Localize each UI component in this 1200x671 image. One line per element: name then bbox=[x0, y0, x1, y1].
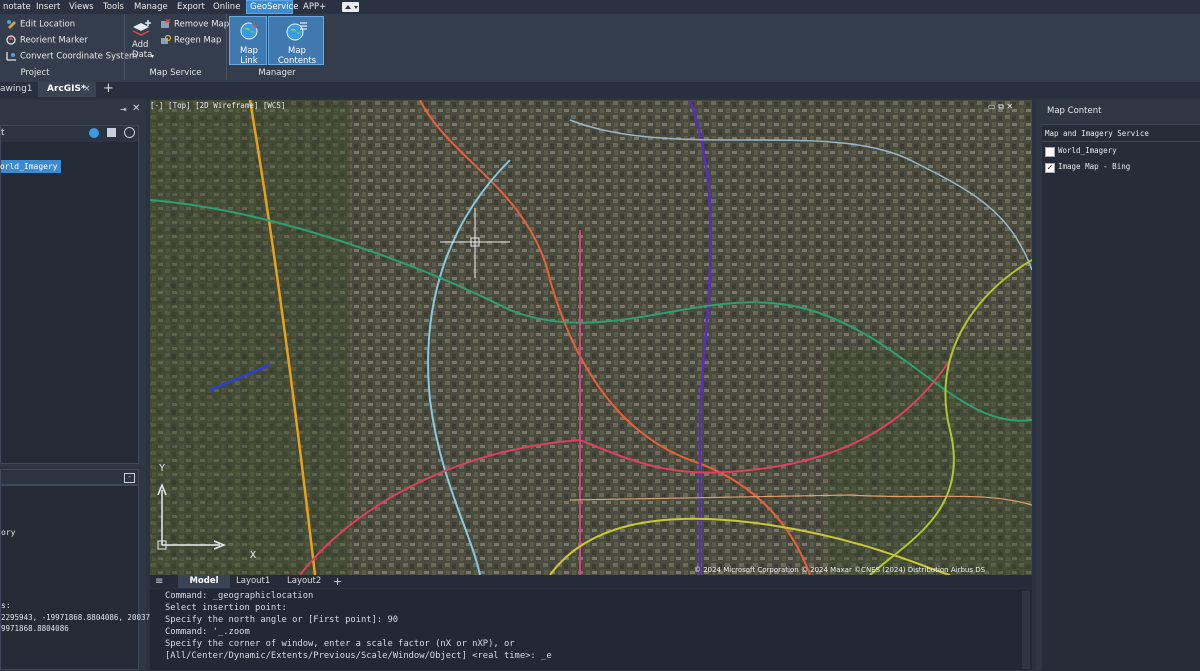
layers-icon[interactable] bbox=[107, 128, 116, 137]
map-content-list: Map and Imagery Service World_Imagery ✓ … bbox=[1042, 124, 1200, 671]
add-data-dropdown-icon: ▾ bbox=[151, 53, 155, 60]
section-header: Map and Imagery Service bbox=[1045, 129, 1149, 138]
add-tab-button[interactable]: + bbox=[103, 82, 115, 97]
command-history-line: Command: '_.zoom bbox=[165, 627, 250, 637]
convert-coordinate-system-button[interactable]: Convert Coordinate System bbox=[6, 51, 137, 62]
menu-tools[interactable]: Tools bbox=[100, 0, 127, 14]
properties-box: ory s: 2295943, -19971868.8804086, 20037… bbox=[0, 485, 164, 670]
reorient-marker-icon bbox=[6, 35, 17, 45]
left-tree-box: t World_Imagery bbox=[0, 125, 139, 464]
property-text: s: bbox=[1, 601, 11, 610]
layer-checkbox-checked-icon[interactable]: ✓ bbox=[1045, 163, 1055, 173]
menu-geoservice[interactable]: GeoService bbox=[246, 0, 298, 14]
green-area bbox=[150, 100, 350, 575]
menu-annotate[interactable]: notate bbox=[0, 0, 34, 14]
map-link-label: Map Link bbox=[240, 46, 258, 66]
regen-map-button[interactable]: Regen Map bbox=[160, 34, 222, 46]
add-data-label-line2: Data bbox=[132, 50, 153, 60]
extents-text: 9971868.8804086 bbox=[1, 624, 69, 633]
regen-map-icon bbox=[160, 34, 172, 45]
tab-drawing1[interactable]: awing1 bbox=[0, 82, 34, 97]
layer-label: Image Map - Bing bbox=[1058, 162, 1131, 171]
command-line[interactable]: Command: _geographiclocation Select inse… bbox=[150, 589, 1032, 670]
command-prompt-line[interactable]: [All/Center/Dynamic/Extents/Previous/Sca… bbox=[165, 651, 552, 661]
remove-map-icon bbox=[160, 18, 171, 29]
tab-model[interactable]: Model bbox=[178, 575, 230, 588]
layout-tabs: ≡ Model Layout1 Layout2 + bbox=[150, 575, 1032, 588]
document-tabs: awing1 ArcGIS* × + bbox=[0, 82, 1200, 98]
globe-icon[interactable] bbox=[89, 128, 99, 138]
map-attribution: © 2024 Microsoft Corporation © 2024 Maxa… bbox=[694, 566, 986, 574]
left-panel-upper: ⇥ ✕ t World_Imagery bbox=[0, 100, 146, 467]
tab-layout1[interactable]: Layout1 bbox=[236, 575, 270, 588]
panel-close-icon[interactable]: ✕ bbox=[132, 103, 140, 114]
project-panel-label: Project bbox=[20, 68, 50, 78]
menu-online[interactable]: Online bbox=[210, 0, 243, 14]
add-layout-button[interactable]: + bbox=[333, 575, 342, 588]
viewport-controls-label[interactable]: [-] [Top] [2D Wireframe] [WCS] bbox=[150, 101, 285, 110]
add-data-label-line1: Add bbox=[132, 40, 149, 50]
command-history-line: Command: _geographiclocation bbox=[165, 591, 314, 601]
map-content-panel: Map Content Map and Imagery Service Worl… bbox=[1036, 100, 1200, 671]
command-history-line: Select insertion point: bbox=[165, 603, 287, 613]
map-viewport[interactable]: [-] [Top] [2D Wireframe] [WCS] ▭ ⧉ ✕ Y X… bbox=[150, 100, 1032, 575]
viewport-window-controls[interactable]: ▭ ⧉ ✕ bbox=[988, 102, 1013, 112]
map-link-globe-icon bbox=[240, 22, 258, 40]
edit-location-button[interactable]: Edit Location bbox=[6, 19, 75, 30]
edit-location-label: Edit Location bbox=[20, 19, 76, 30]
menu-manage[interactable]: Manage bbox=[131, 0, 171, 14]
refresh-icon[interactable] bbox=[124, 127, 135, 138]
tab-layout2[interactable]: Layout2 bbox=[287, 575, 321, 588]
edit-location-icon bbox=[6, 19, 17, 29]
command-scrollbar[interactable] bbox=[1022, 591, 1030, 669]
menu-insert[interactable]: Insert bbox=[33, 0, 63, 14]
command-history-line: Specify the north angle or [First point]… bbox=[165, 615, 399, 625]
section-divider bbox=[1042, 141, 1200, 142]
ucs-x-label: X bbox=[250, 550, 257, 561]
layout-menu-icon[interactable]: ≡ bbox=[155, 575, 163, 588]
map-contents-globe-icon bbox=[286, 22, 307, 41]
coordinate-system-icon bbox=[6, 51, 17, 61]
regen-map-label: Regen Map bbox=[174, 35, 222, 46]
tree-item-world-imagery-label: World_Imagery bbox=[0, 162, 58, 171]
property-text: ory bbox=[1, 528, 16, 537]
remove-map-button[interactable]: Remove Map bbox=[160, 18, 230, 30]
reorient-marker-label: Reorient Marker bbox=[20, 35, 88, 46]
menu-export[interactable]: Export bbox=[174, 0, 208, 14]
map-link-button[interactable]: Map Link bbox=[229, 16, 267, 66]
map-content-title: Map Content bbox=[1047, 106, 1102, 116]
satellite-map bbox=[150, 100, 1032, 575]
panel-autohide-icon[interactable]: ⇥ bbox=[120, 105, 127, 114]
add-data-button[interactable]: Add Data ▾ bbox=[129, 17, 155, 65]
remove-map-label: Remove Map bbox=[174, 19, 230, 30]
reorient-marker-button[interactable]: Reorient Marker bbox=[6, 35, 88, 46]
tab-arcgis-label: ArcGIS* bbox=[47, 84, 86, 94]
command-history-line: Specify the corner of window, enter a sc… bbox=[165, 639, 515, 649]
left-tree-header-text: t bbox=[1, 128, 5, 138]
map-contents-label: Map Contents bbox=[277, 46, 317, 66]
collapse-icon[interactable]: - bbox=[124, 473, 135, 483]
map-service-panel-label: Map Service bbox=[149, 68, 202, 78]
left-panel-lower: - ory s: 2295943, -19971868.8804086, 200… bbox=[0, 469, 164, 670]
convert-coordinate-system-label: Convert Coordinate System bbox=[20, 51, 138, 62]
extents-text: 2295943, -19971868.8804086, 20037507 bbox=[1, 613, 164, 622]
close-tab-icon[interactable]: × bbox=[83, 82, 91, 97]
add-data-icon bbox=[132, 20, 151, 36]
ucs-y-label: Y bbox=[159, 463, 166, 474]
tree-item-world-imagery[interactable]: World_Imagery bbox=[0, 160, 61, 173]
menu-views[interactable]: Views bbox=[66, 0, 97, 14]
manager-panel-label: Manager bbox=[258, 68, 296, 78]
workspace-switch-icon[interactable] bbox=[342, 2, 359, 12]
ribbon: Edit Location Reorient Marker Convert Co… bbox=[0, 14, 1200, 82]
left-tree-header: t bbox=[1, 126, 138, 142]
tab-arcgis[interactable]: ArcGIS* × bbox=[38, 82, 96, 97]
left-lower-header: - bbox=[0, 469, 139, 485]
layer-label: World_Imagery bbox=[1058, 146, 1117, 155]
map-contents-button[interactable]: Map Contents bbox=[268, 16, 324, 66]
menu-app-plus[interactable]: APP+ bbox=[300, 0, 329, 14]
menu-bar: notate Insert Views Tools Manage Export … bbox=[0, 0, 1200, 14]
layer-checkbox[interactable] bbox=[1045, 147, 1055, 157]
